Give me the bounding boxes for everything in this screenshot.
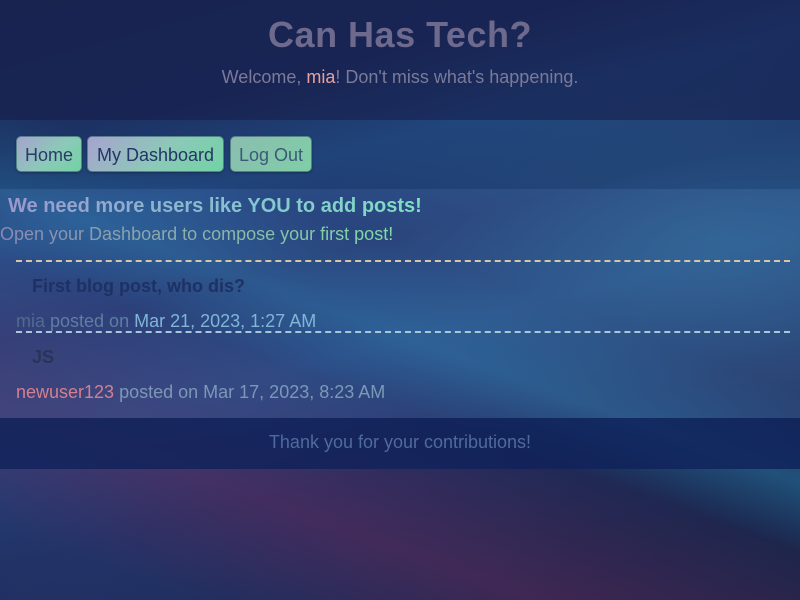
post-author: mia [16, 311, 46, 331]
welcome-message: Welcome, mia! Don't miss what's happenin… [0, 67, 800, 88]
post-title[interactable]: JS [32, 347, 54, 368]
footer-text: Thank you for your contributions! [268, 432, 532, 452]
welcome-prefix: Welcome, [221, 67, 307, 87]
post-divider [16, 331, 790, 333]
post-divider [16, 260, 790, 262]
cta-title: We need more users like YOU to add posts… [8, 195, 422, 217]
post-meta-label: posted on [114, 382, 204, 402]
my-dashboard-button[interactable]: My Dashboard [87, 136, 224, 172]
posts-section: We need more users like YOU to add posts… [0, 189, 800, 418]
cta-subtitle: Open your Dashboard to compose your firs… [0, 224, 394, 244]
site-header: Can Has Tech? Welcome, mia! Don't miss w… [0, 0, 800, 120]
log-out-button[interactable]: Log Out [230, 136, 312, 172]
welcome-suffix: ! Don't miss what's happening. [335, 67, 579, 87]
site-footer: Thank you for your contributions! [0, 418, 800, 469]
main-nav: Home My Dashboard Log Out [0, 120, 800, 189]
site-title: Can Has Tech? [268, 14, 532, 55]
post-author: newuser123 [16, 382, 115, 402]
post-meta: newuser123 posted on Mar 17, 2023, 8:23 … [16, 382, 385, 403]
post-meta-label: posted on [45, 311, 135, 331]
post-title[interactable]: First blog post, who dis? [32, 276, 245, 297]
post-date: Mar 21, 2023, 1:27 AM [134, 311, 317, 331]
welcome-username: mia [306, 67, 336, 87]
post-meta: mia posted on Mar 21, 2023, 1:27 AM [16, 311, 316, 332]
home-button[interactable]: Home [16, 136, 82, 172]
post-date: Mar 17, 2023, 8:23 AM [203, 382, 386, 402]
